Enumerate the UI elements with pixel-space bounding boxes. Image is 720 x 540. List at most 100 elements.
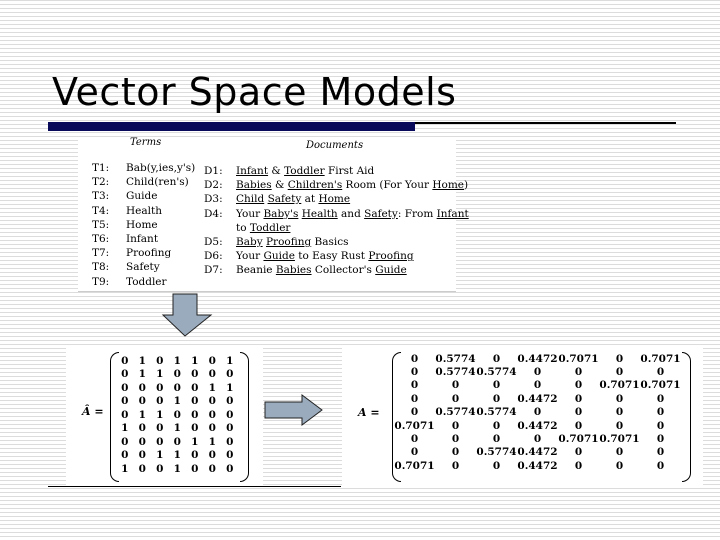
matrix-cell: 0 [121, 354, 129, 367]
matrix-cell: 0 [208, 368, 216, 381]
matrix-cell: 0 [138, 422, 146, 435]
matrix-cell: 0 [226, 368, 234, 381]
matrix-cell: 0 [191, 408, 199, 421]
matrix-cell: 0 [138, 449, 146, 462]
matrix-row: 0 0 0 0 0.7071 0.7071 0 [394, 432, 681, 445]
matrix-cell: 0 [208, 449, 216, 462]
matrix-cell: 0.4472 [517, 459, 558, 472]
matrix-cell: 0 [451, 459, 460, 472]
matrix-cell: 0 [208, 422, 216, 435]
matrix-cell: 0 [156, 462, 164, 475]
matrix-cell: 1 [156, 449, 164, 462]
matrix-cell: 0 [226, 462, 234, 475]
indexed-term: Home [432, 179, 465, 192]
matrix-cell: 0.7071 [599, 379, 640, 392]
matrix-cell: 1 [173, 422, 181, 435]
matrix-cell: 0 [492, 352, 501, 365]
matrix-cell: 1 [121, 422, 129, 435]
document-row: D7: Beanie Babies Collector's Guide [204, 263, 469, 277]
binary-matrix-image: Â = 010110101100000000011000100001100001… [66, 348, 263, 486]
matrix-cell: 0.4472 [517, 352, 558, 365]
matrix-cell: 0.5774 [476, 406, 517, 419]
indexed-term: Toddler [284, 165, 325, 177]
matrix-row: 0 0 0 0 0 0.7071 0.7071 [394, 379, 681, 392]
matrix-cell: 0 [191, 462, 199, 475]
matrix-cell: 0 [656, 392, 665, 405]
matrix-cell: 0 [226, 449, 234, 462]
matrix-cell: 0 [410, 352, 419, 365]
matrix-cell: 0 [121, 449, 129, 462]
matrix-cell: 0.5774 [435, 352, 476, 365]
matrix-cell: 0 [138, 395, 146, 408]
matrix-cell: 0 [226, 408, 234, 421]
matrix-cell: 0.4472 [517, 446, 558, 459]
matrix-row: 0 0 0 0.4472 0 0 0 [394, 392, 681, 405]
matrix-cell: 1 [138, 354, 146, 367]
term-id: T5: [92, 218, 110, 231]
document-text: to [236, 221, 250, 234]
matrix-cell: 0 [492, 419, 501, 432]
matrix-cell: 0 [492, 459, 501, 472]
matrix-cell: 0 [410, 366, 419, 379]
term-label: Child(ren's) [126, 176, 189, 189]
matrix-row: 0000110 [116, 435, 239, 449]
document-text: Room (For Your [342, 179, 433, 192]
matrix-cell: 0 [574, 419, 583, 432]
matrix-cell: 0.5774 [476, 446, 517, 459]
term-id: T3: [92, 190, 110, 203]
matrix-cell: 0 [574, 446, 583, 459]
matrix-cell: 0 [656, 419, 665, 432]
matrix-cell: 0 [208, 408, 216, 421]
term-label: Health [126, 204, 162, 217]
document-row: D2: Babies & Children's Room (For Your Ho… [204, 178, 469, 192]
matrix-cell: 0 [208, 462, 216, 475]
document-text: Basics [311, 236, 349, 249]
term-id: T2: [92, 176, 110, 189]
indexed-term: Proofing [368, 250, 414, 263]
matrix-cell: 1 [208, 435, 216, 448]
term-row: T3: Guide [92, 189, 195, 203]
matrix-cell: 0.7071 [394, 459, 435, 472]
matrix-cell: 1 [191, 354, 199, 367]
matrix-cell: 1 [138, 408, 146, 421]
matrix-row: 0 0.5774 0 0.4472 0.7071 0 0.7071 [394, 352, 681, 365]
matrix-row: 0.7071 0 0 0.4472 0 0 0 [394, 419, 681, 432]
matrix-cell: 1 [173, 354, 181, 367]
term-id: T1: [92, 162, 110, 174]
matrix-cell: 0 [574, 392, 583, 405]
normalized-matrix-label: A = [358, 406, 380, 419]
matrix-cell: 0 [533, 433, 542, 446]
indexed-term: Safety [364, 207, 398, 220]
title-accent-bar [48, 122, 415, 131]
matrix-cell: 0 [656, 406, 665, 419]
matrix-cell: 0 [533, 379, 542, 392]
document-text: Your [236, 207, 264, 220]
term-label: Safety [126, 261, 160, 274]
documents-list: D1: Infant & Toddler First Aid D2: Babies &… [204, 164, 469, 278]
term-label: Guide [126, 190, 158, 203]
matrix-cell: 1 [173, 449, 181, 462]
right-paren [682, 352, 691, 482]
matrix-cell: 0.7071 [558, 352, 599, 365]
matrix-cell: 0 [208, 395, 216, 408]
matrix-row: 1001000 [116, 422, 239, 436]
term-label: Bab(y,ies,y's) [126, 162, 196, 174]
document-id: D2: [204, 179, 223, 192]
matrix-cell: 1 [121, 462, 129, 475]
indexed-term: Toddler [249, 221, 291, 234]
term-row: T8: Safety [92, 260, 195, 274]
matrix-row: 0 0.5774 0.5774 0 0 0 0 [394, 406, 681, 419]
matrix-cell: 0 [574, 379, 583, 392]
matrix-cell: 0 [615, 352, 624, 365]
matrix-cell: 0 [451, 433, 460, 446]
matrix-cell: 0 [656, 446, 665, 459]
matrix-cell: 0 [615, 366, 624, 379]
matrix-cell: 0 [138, 435, 146, 448]
matrix-cell: 0 [615, 459, 624, 472]
matrix-cell: 0 [451, 446, 460, 459]
matrix-row: 0110000 [116, 408, 239, 422]
document-id: D5: [204, 236, 223, 249]
matrix-cell: 0 [156, 435, 164, 448]
document-row: D3: Child Safety at Home [204, 192, 469, 206]
matrix-cell: 0 [226, 395, 234, 408]
